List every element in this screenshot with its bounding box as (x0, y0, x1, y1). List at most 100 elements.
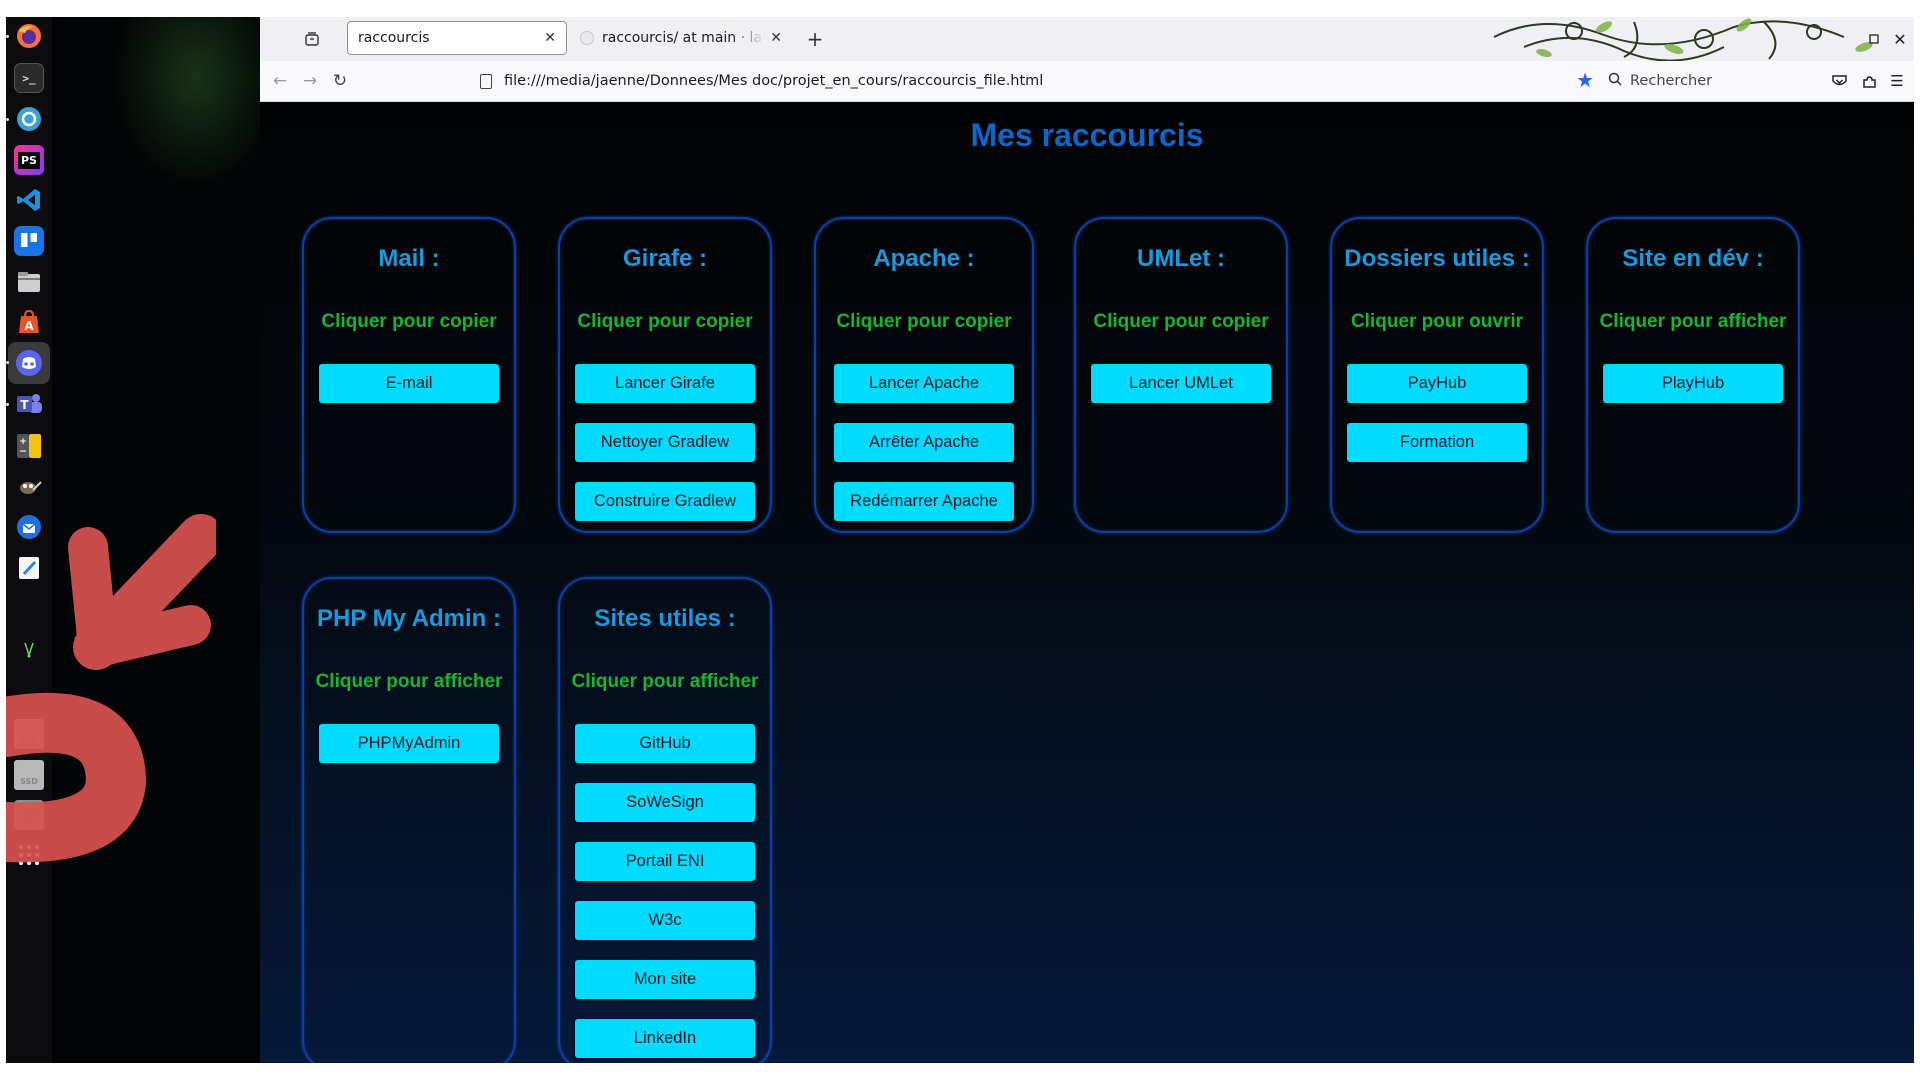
vscode-icon[interactable] (14, 185, 44, 215)
search-input[interactable]: Rechercher (1608, 66, 1808, 96)
svg-text:−: − (19, 447, 27, 457)
card-title: PHP My Admin : (316, 605, 502, 632)
tab-raccourcis[interactable]: raccourcis ✕ (347, 21, 567, 55)
ssd-label: SSD (20, 735, 38, 745)
github-favicon-icon (580, 31, 594, 45)
forward-arrow-icon[interactable]: → (296, 67, 324, 95)
bookmark-star-icon[interactable]: ★ (1576, 68, 1594, 92)
payhub-button[interactable]: PayHub (1347, 364, 1527, 403)
card-title: Dossiers utiles : (1344, 245, 1530, 272)
card-title: Girafe : (622, 245, 708, 272)
card-girafe: Girafe : Cliquer pour copier Lancer Girafe… (558, 217, 772, 533)
tab-bar: raccourcis ✕ raccourcis/ at main · lauri… (260, 17, 1914, 61)
lancer-apache-button[interactable]: Lancer Apache (834, 364, 1014, 403)
e-mail-button[interactable]: E-mail (319, 364, 499, 403)
portail-eni-button[interactable]: Portail ENI (575, 842, 755, 881)
phpstorm-icon[interactable]: PS (14, 145, 44, 175)
card-subtitle: Cliquer pour copier (1093, 311, 1269, 332)
thunderbird-icon[interactable] (14, 512, 44, 542)
page-title: Mes raccourcis (970, 117, 1204, 153)
w3c-button[interactable]: W3c (575, 901, 755, 940)
ssd-drive-icon[interactable]: SSD (14, 719, 44, 749)
card-title: Apache : (873, 245, 975, 272)
card-subtitle: Cliquer pour afficher (1599, 311, 1787, 332)
firefox-icon[interactable] (14, 21, 44, 51)
redemarrer-apache-button[interactable]: Redémarrer Apache (834, 482, 1014, 521)
lancer-umlet-button[interactable]: Lancer UMLet (1091, 364, 1271, 403)
pocket-icon[interactable] (1826, 67, 1852, 95)
trash-icon[interactable] (14, 800, 44, 830)
url-text[interactable]: file:///media/jaenne/Donnees/Mes doc/pro… (504, 73, 1043, 89)
terminal-icon[interactable]: >_ (14, 63, 44, 93)
close-icon[interactable]: ✕ (770, 30, 782, 46)
card-php-my-admin: PHP My Admin : Cliquer pour afficher PHPMy… (302, 577, 516, 1063)
linkedin-button[interactable]: LinkedIn (575, 1019, 755, 1058)
tab-title: raccourcis/ at main · lauri (602, 30, 765, 46)
github-button[interactable]: GitHub (575, 724, 755, 763)
card-subtitle: Cliquer pour copier (577, 311, 753, 332)
card-subtitle: Cliquer pour copier (836, 311, 1012, 332)
card-subtitle: Cliquer pour copier (321, 311, 497, 332)
card-title: Site en dév : (1622, 245, 1764, 272)
tab-list-icon[interactable] (298, 25, 326, 53)
card-title: UMLet : (1137, 245, 1225, 272)
files-icon[interactable] (14, 267, 44, 297)
dock-running-indicator (6, 403, 9, 406)
url-bar[interactable]: file:///media/jaenne/Donnees/Mes doc/pro… (480, 66, 1594, 96)
teams-icon[interactable]: T (14, 389, 44, 419)
navigation-bar: ← → ↻ file:///media/jaenne/Donnees/Mes d… (260, 61, 1914, 102)
card-subtitle: Cliquer pour ouvrir (1350, 311, 1524, 332)
dock-running-indicator (6, 35, 9, 38)
dock-running-indicator (6, 118, 9, 121)
ssd-label: SSD (20, 776, 38, 786)
lancer-girafe-button[interactable]: Lancer Girafe (575, 364, 755, 403)
settings-app-icon[interactable] (14, 104, 44, 134)
svg-text:T: T (20, 398, 29, 412)
app-center-icon[interactable]: A (14, 307, 44, 337)
nettoyer-gradlew-button[interactable]: Nettoyer Gradlew (575, 423, 755, 462)
new-tab-button[interactable]: + (801, 25, 829, 53)
tab-github[interactable]: raccourcis/ at main · lauri ✕ (570, 21, 792, 55)
back-arrow-icon[interactable]: ← (266, 67, 294, 95)
card-subtitle: Cliquer pour afficher (315, 671, 503, 692)
text-editor-icon[interactable] (14, 553, 44, 583)
construire-gradlew-button[interactable]: Construire Gradlew (575, 482, 755, 521)
page-icon (480, 73, 492, 89)
mon-site-button[interactable]: Mon site (575, 960, 755, 999)
svg-text:A: A (24, 319, 34, 333)
reload-icon[interactable]: ↻ (326, 67, 354, 95)
card-umlet: UMLet : Cliquer pour copier Lancer UMLet (1074, 217, 1288, 533)
card-site-en-dev: Site en dév : Cliquer pour afficher PlayHu… (1586, 217, 1800, 533)
playhub-button[interactable]: PlayHub (1603, 364, 1783, 403)
extensions-icon[interactable] (1856, 67, 1882, 95)
ssd-drive-icon[interactable]: SSD (14, 760, 44, 790)
dock-running-indicator (6, 361, 9, 364)
formation-button[interactable]: Formation (1347, 423, 1527, 462)
arreter-apache-button[interactable]: Arrêter Apache (834, 423, 1014, 462)
card-dossiers-utiles: Dossiers utiles : Cliquer pour ouvrir PayH… (1330, 217, 1544, 533)
search-placeholder: Rechercher (1630, 73, 1713, 89)
app-icon[interactable] (14, 634, 44, 664)
dock: >_ PS A T + − SSD SSD (6, 17, 52, 1063)
sowesign-button[interactable]: SoWeSign (575, 783, 755, 822)
card-apache: Apache : Cliquer pour copier Lancer Apache… (814, 217, 1034, 533)
close-icon[interactable]: ✕ (544, 30, 556, 46)
gimp-icon[interactable] (14, 472, 44, 502)
svg-text:+: + (19, 437, 27, 447)
discord-icon[interactable] (8, 342, 50, 384)
phpmyadmin-button[interactable]: PHPMyAdmin (319, 724, 499, 763)
menu-icon[interactable]: ☰ (1884, 67, 1910, 95)
phpstorm-label: PS (18, 151, 40, 169)
tab-title: raccourcis (358, 30, 430, 46)
card-subtitle: Cliquer pour afficher (571, 671, 759, 692)
trello-icon[interactable] (14, 226, 44, 256)
card-title: Sites utiles : (594, 605, 736, 632)
theme-decoration (1493, 18, 1873, 61)
card-title: Mail : (378, 245, 440, 272)
close-window-icon[interactable]: ✕ (1886, 25, 1914, 53)
card-sites-utiles: Sites utiles : Cliquer pour afficher GitHu… (558, 577, 772, 1063)
page-content: Mes raccourcis Mail : Cliquer pour copier… (260, 102, 1914, 1063)
calculator-icon[interactable]: + − (14, 431, 44, 461)
show-apps-icon[interactable] (14, 840, 44, 870)
restore-window-icon[interactable] (1860, 25, 1888, 53)
